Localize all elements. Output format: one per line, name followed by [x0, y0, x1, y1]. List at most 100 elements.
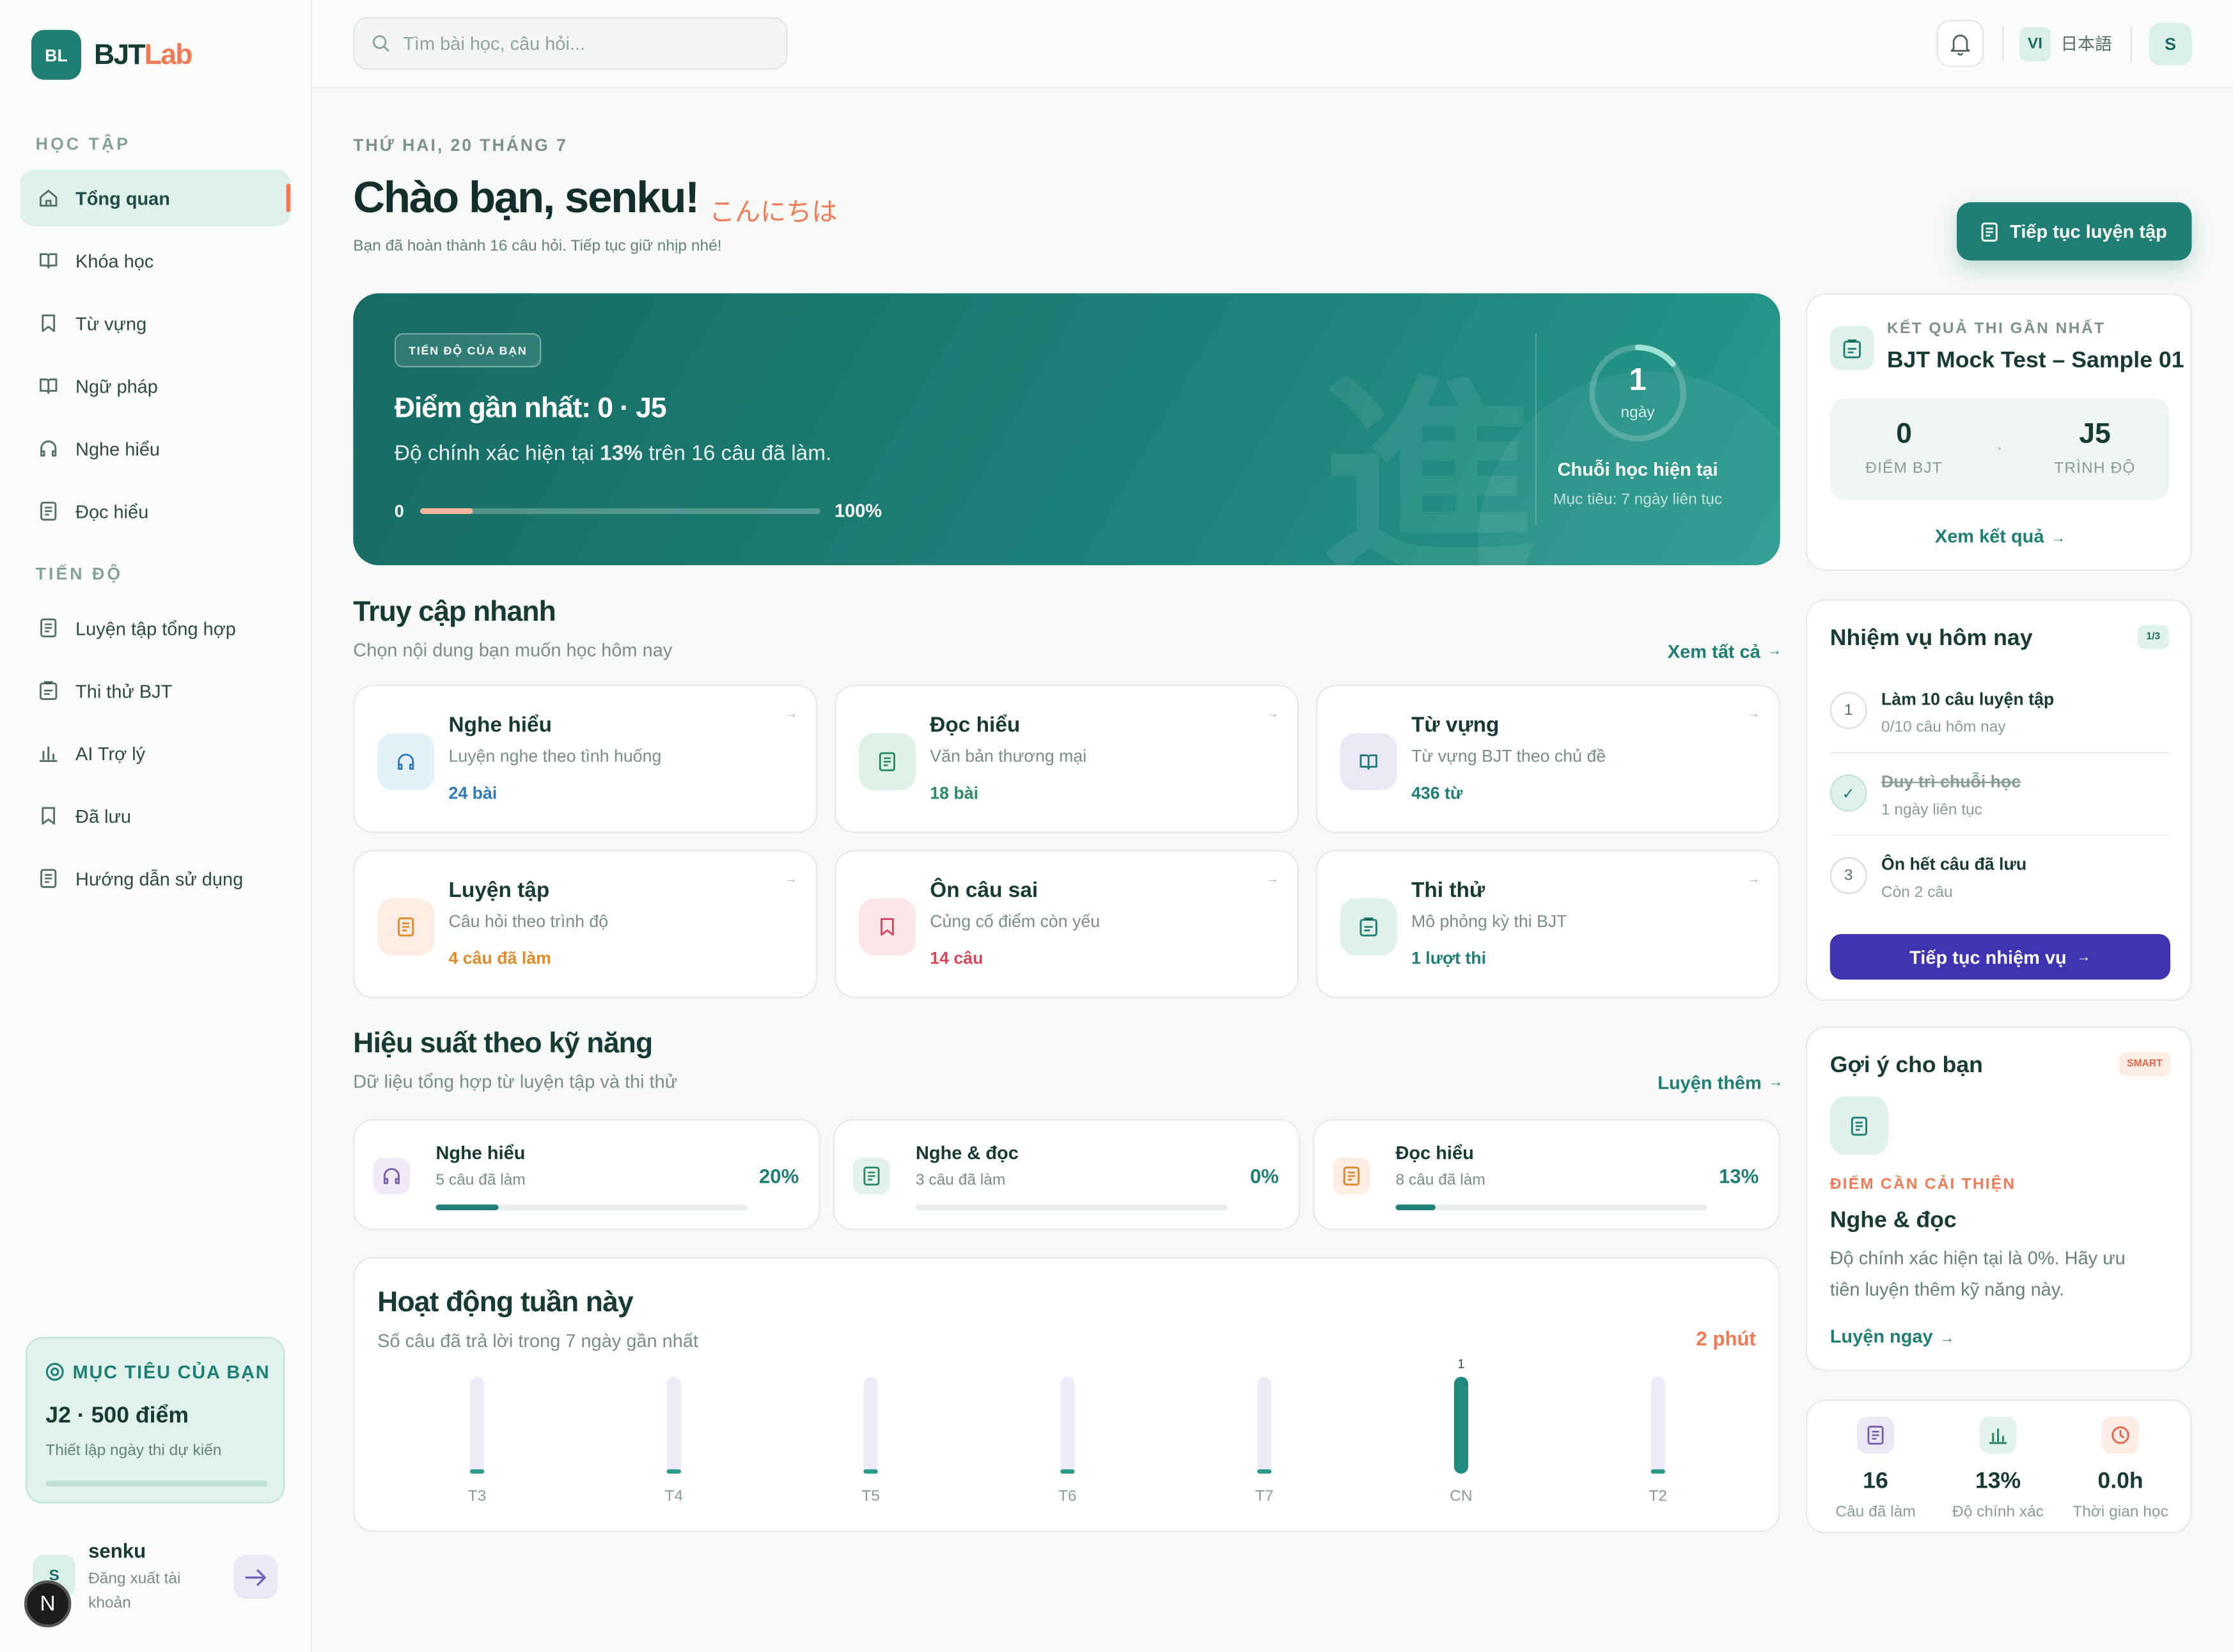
skill-percent: 0% — [1250, 1164, 1279, 1188]
activity-total: 2 phút — [1696, 1327, 1756, 1350]
skill-progress-fill — [435, 1204, 499, 1210]
document-icon — [1982, 222, 1998, 241]
view-all-link[interactable]: Xem tất cả → — [1668, 641, 1782, 662]
skill-title: Đọc hiểu — [1395, 1142, 1474, 1164]
skill-title: Nghe & đọc — [915, 1142, 1019, 1164]
sidebar-item[interactable]: Tổng quan — [20, 169, 291, 227]
headphones-icon — [38, 439, 75, 458]
view-all-label: Xem tất cả — [1667, 641, 1760, 662]
skill-card[interactable]: Đọc hiểu 8 câu đã làm 13% — [1313, 1119, 1780, 1231]
tasks-progress-badge: 1/3 — [2137, 625, 2169, 650]
logo-badge[interactable]: BL — [31, 29, 81, 80]
skill-progress-track — [915, 1204, 1228, 1210]
task-item[interactable]: ✓ Duy trì chuỗi học 1 ngày liên tục — [1829, 772, 2171, 843]
goal-header: MỤC TIÊU CỦA BẠN — [45, 1361, 270, 1382]
lang-vi-button[interactable]: VI — [2019, 27, 2051, 61]
stat-item: 16 Câu đã làm — [1819, 1401, 1932, 1534]
hero-sub-pct: 13% — [600, 441, 643, 466]
arrow-right-icon: → — [1747, 706, 1760, 721]
sidebar-item[interactable]: Luyện tập tổng hợp — [20, 600, 290, 657]
hero-progress-fill — [419, 508, 473, 514]
divider — [2002, 26, 2004, 63]
suggest-desc: Độ chính xác hiện tại là 0%. Hãy ưu tiên… — [1829, 1247, 2126, 1300]
logout-button[interactable] — [233, 1554, 278, 1599]
skill-icon-box — [1333, 1157, 1370, 1195]
lang-ja-button[interactable]: 日本語 — [2061, 31, 2112, 56]
sidebar-item-label: Ngữ pháp — [75, 375, 158, 397]
sidebar-item[interactable]: Đã lưu — [20, 788, 290, 845]
task-item[interactable]: 3 Ôn hết câu đã lưu Còn 2 câu — [1829, 854, 2170, 925]
quick-access-card[interactable]: Ôn câu sai Củng cố điểm còn yếu 14 câu → — [834, 850, 1299, 999]
quick-access-card[interactable]: Thi thử Mô phỏng kỳ thi BJT 1 lượt thi → — [1315, 850, 1780, 999]
sidebar-item[interactable]: Nghe hiểu — [20, 420, 290, 477]
sidebar-item[interactable]: Hướng dẫn sử dụng — [20, 850, 290, 907]
view-result-link[interactable]: Xem kết quả → — [1807, 526, 2193, 547]
skill-card[interactable]: Nghe hiểu 5 câu đã làm 20% — [353, 1119, 820, 1231]
document-icon — [861, 1166, 881, 1186]
activity-tick-label: T5 — [861, 1487, 880, 1504]
document-icon — [1865, 1425, 1885, 1445]
arrow-right-icon: → — [785, 706, 798, 721]
stat-item: 13% Độ chính xác — [1941, 1401, 2055, 1534]
sidebar-item[interactable]: Đọc hiểu — [20, 483, 290, 540]
quick-card-title: Thi thử — [1411, 878, 1485, 903]
quick-card-title: Ôn câu sai — [930, 878, 1038, 903]
check-icon: ✓ — [1829, 774, 1867, 812]
quick-access-card[interactable]: Từ vựng Từ vựng BJT theo chủ đề 436 từ → — [1315, 685, 1780, 833]
activity-tick-label: T6 — [1058, 1487, 1077, 1504]
quick-card-count: 4 câu đã làm — [448, 948, 551, 969]
skill-card[interactable]: Nghe & đọc 3 câu đã làm 0% — [833, 1119, 1301, 1231]
activity-bar[interactable] — [1453, 1376, 1469, 1474]
suggest-badge: SMART — [2119, 1052, 2171, 1077]
exam-score-value: 0 — [1896, 418, 1912, 450]
activity-bar[interactable] — [863, 1469, 878, 1474]
dev-badge[interactable]: N — [24, 1580, 72, 1628]
quick-access-card[interactable]: Luyện tập Câu hỏi theo trình độ 4 câu đã l… — [353, 850, 818, 999]
quick-access-card[interactable]: Đọc hiểu Văn bản thương mại 18 bài → — [834, 685, 1299, 833]
skill-sub: 3 câu đã làm — [915, 1171, 1006, 1189]
hero-sub-post: trên 16 câu đã làm. — [643, 441, 832, 466]
quick-card-icon-box — [1340, 733, 1397, 791]
goal-card[interactable]: MỤC TIÊU CỦA BẠN J2 · 500 điểm Thiết lập… — [26, 1337, 285, 1504]
activity-bar[interactable] — [1650, 1469, 1665, 1474]
sidebar-item[interactable]: Khóa học — [20, 232, 290, 289]
quick-card-sub: Củng cố điểm còn yếu — [930, 911, 1101, 931]
arrow-right-icon: → — [2076, 949, 2091, 965]
notification-button[interactable] — [1936, 20, 1984, 67]
arrow-right-icon: → — [1265, 871, 1279, 886]
activity-bar[interactable] — [1060, 1469, 1075, 1474]
continue-tasks-button[interactable]: Tiếp tục nhiệm vụ → — [1829, 933, 2171, 980]
clock-icon — [2110, 1425, 2130, 1445]
skills-sub: Dữ liệu tổng hợp từ luyện tập và thi thử — [353, 1070, 678, 1093]
arrow-right-icon: → — [785, 871, 798, 886]
task-item[interactable]: 1 Làm 10 câu luyện tập 0/10 câu hôm nay — [1829, 689, 2171, 760]
hero-max-label: 100% — [834, 499, 882, 522]
user-menu-avatar[interactable]: S — [2149, 22, 2192, 66]
skill-progress-fill — [1395, 1204, 1436, 1210]
activity-bar[interactable] — [1257, 1469, 1272, 1474]
activity-bar[interactable] — [469, 1469, 485, 1474]
sidebar-item[interactable]: AI Trợ lý — [20, 725, 290, 782]
practice-now-link[interactable]: Luyện ngay → — [1830, 1325, 1954, 1346]
quick-card-count: 24 bài — [448, 783, 498, 804]
stat-value: 13% — [1975, 1469, 2021, 1494]
sidebar-item[interactable]: Từ vựng — [20, 295, 290, 352]
practice-more-link[interactable]: Luyện thêm → — [1657, 1072, 1783, 1093]
sidebar-item[interactable]: Ngữ pháp — [20, 357, 290, 414]
activity-tick-label: T3 — [468, 1487, 487, 1504]
quick-card-icon-box — [377, 733, 435, 791]
home-icon — [38, 188, 75, 208]
continue-practice-button[interactable]: Tiếp tục luyện tập — [1956, 202, 2192, 261]
arrow-right-icon: → — [1747, 871, 1760, 886]
goal-progress-track — [45, 1481, 268, 1487]
activity-bar-track — [1650, 1376, 1665, 1474]
streak-value: 1 — [1629, 361, 1647, 398]
sidebar-item[interactable]: Thi thử BJT — [20, 662, 290, 719]
search-input[interactable]: Tìm bài học, câu hỏi... — [353, 17, 788, 70]
activity-tick-label: T2 — [1649, 1487, 1667, 1504]
arrow-right-icon: → — [1768, 1075, 1783, 1091]
activity-bar[interactable] — [666, 1469, 681, 1474]
logo-text[interactable]: BJTLab — [94, 40, 192, 72]
quick-access-card[interactable]: Nghe hiểu Luyện nghe theo tình huống 24 bà… — [353, 685, 818, 833]
skill-icon-box — [852, 1157, 890, 1195]
